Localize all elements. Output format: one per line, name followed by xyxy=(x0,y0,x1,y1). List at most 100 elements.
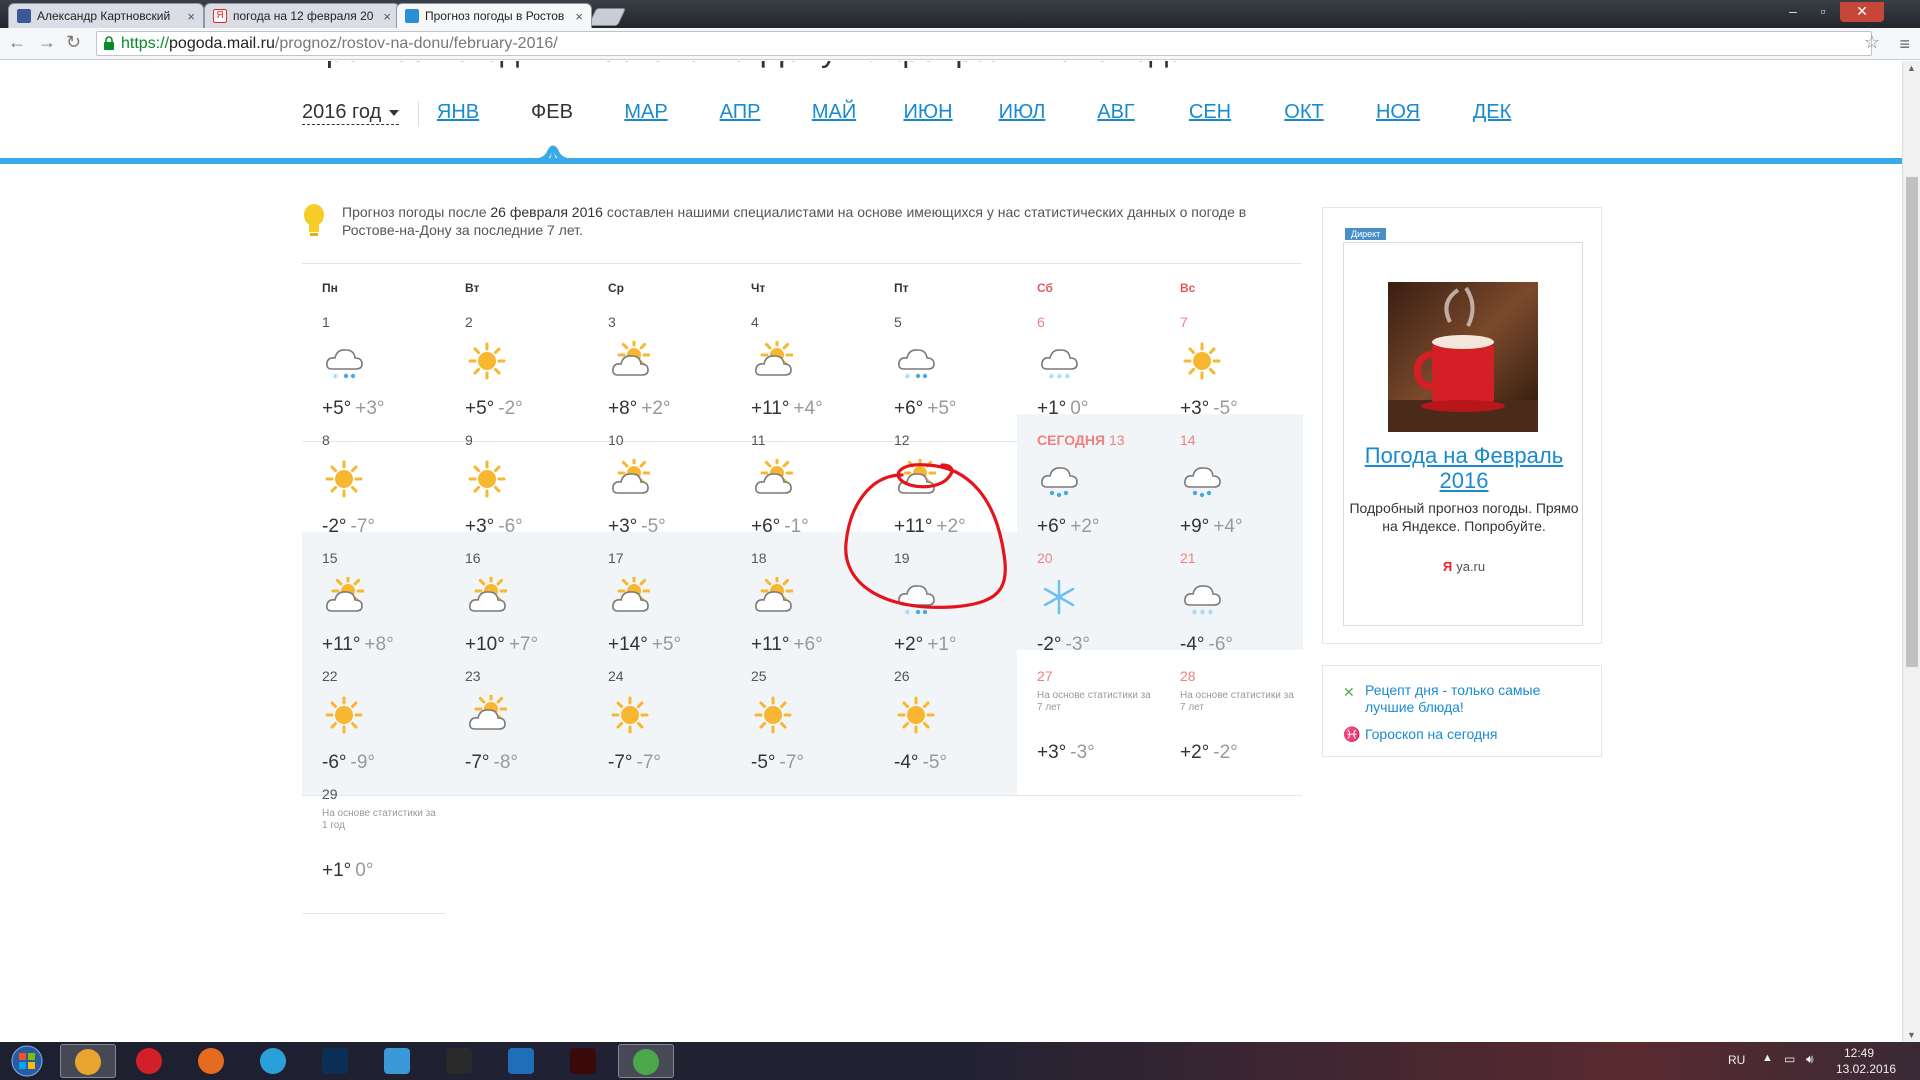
day-cell[interactable]: 25 -5° -7° xyxy=(731,650,874,795)
row-divider xyxy=(302,795,1302,796)
menu-icon[interactable]: ≡ xyxy=(1899,34,1910,55)
recipe-link[interactable]: Рецепт дня - только самые лучшие блюда! xyxy=(1365,682,1585,716)
taskbar-app-button[interactable] xyxy=(246,1044,302,1078)
sun-icon xyxy=(468,342,506,380)
lock-icon xyxy=(104,36,114,50)
horoscope-link[interactable]: Гороскоп на сегодня xyxy=(1365,726,1585,743)
url-host: pogoda.mail.ru xyxy=(169,35,275,52)
scroll-up-icon[interactable]: ▲ xyxy=(1907,63,1916,73)
ad-image xyxy=(1388,282,1538,432)
forward-icon[interactable]: → xyxy=(38,32,56,53)
ad-text: Подробный прогноз погоды. Прямо на Яндек… xyxy=(1349,500,1579,534)
taskbar-app-button[interactable] xyxy=(494,1044,550,1078)
bookmark-star-icon[interactable]: ☆ xyxy=(1864,32,1880,53)
partly-cloudy-icon xyxy=(612,341,650,376)
month-tab-11[interactable]: НОЯ xyxy=(1376,101,1420,124)
scrollbar-thumb[interactable] xyxy=(1906,177,1918,667)
day-number: 25 xyxy=(751,668,767,684)
maximize-button[interactable]: ▫ xyxy=(1810,2,1836,22)
forecast-note: Прогноз погоды после 26 февраля 2016 сос… xyxy=(302,203,1302,239)
partly-cloudy-icon xyxy=(755,341,793,376)
tray-arrow-icon[interactable]: ▲ xyxy=(1762,1052,1773,1064)
chrome-icon xyxy=(75,1049,101,1075)
ad-block[interactable]: Директ Погода на Февраль 2016 Подробный … xyxy=(1322,207,1602,644)
close-tab-icon[interactable]: × xyxy=(383,9,391,24)
day-number: 26 xyxy=(894,668,910,684)
new-tab-button[interactable] xyxy=(587,8,627,26)
temperature: -4° -5° xyxy=(894,752,947,774)
clock-time[interactable]: 12:49 xyxy=(1844,1046,1874,1060)
taskbar-app-button[interactable] xyxy=(122,1044,178,1078)
snowflake-icon xyxy=(1043,579,1075,615)
taskbar-app-button[interactable] xyxy=(184,1044,240,1078)
start-button[interactable] xyxy=(6,1044,48,1078)
clock-date[interactable]: 13.02.2016 xyxy=(1836,1062,1896,1076)
month-tab-3[interactable]: МАР xyxy=(624,101,667,124)
ad-card[interactable]: Погода на Февраль 2016 Подробный прогноз… xyxy=(1343,242,1583,626)
tab-title: Прогноз погоды в Ростов xyxy=(425,9,565,23)
temp-high: +1° xyxy=(322,860,352,881)
tab-title: Александр Картновский xyxy=(37,9,171,23)
year-selector[interactable]: 2016 год xyxy=(302,101,400,125)
photoshop-icon xyxy=(322,1048,348,1074)
browser-tab-1[interactable]: Александр Картновский × xyxy=(8,3,204,28)
today-label: СЕГОДНЯ 13 xyxy=(1037,432,1125,448)
day-number: 7 xyxy=(1180,314,1188,330)
note-date: 26 февраля 2016 xyxy=(490,204,603,220)
rain-snow-icon: ✳ xyxy=(326,349,363,381)
network-icon[interactable]: ▭ xyxy=(1784,1052,1795,1066)
page-scrollbar[interactable]: ▲ ▼ xyxy=(1902,61,1920,1042)
statistics-note: На основе статистики за 1 год xyxy=(322,808,436,831)
close-tab-icon[interactable]: × xyxy=(187,9,195,24)
back-icon[interactable]: ← xyxy=(8,32,26,53)
taskbar-app-button[interactable] xyxy=(556,1044,612,1078)
temp-high: -5° xyxy=(751,752,776,773)
browser-tab-3[interactable]: Прогноз погоды в Ростов × xyxy=(396,3,592,28)
month-tab-8[interactable]: АВГ xyxy=(1097,101,1135,124)
video-icon xyxy=(17,9,31,23)
day-cell[interactable]: 28 На основе статистики за 7 лет +2° -2° xyxy=(1160,650,1303,795)
weekday-header: Сб xyxy=(1037,281,1053,295)
address-bar[interactable]: https://pogoda.mail.ru/prognoz/rostov-na… xyxy=(96,31,1872,56)
day-number: 27 xyxy=(1037,668,1053,684)
month-tab-10[interactable]: ОКТ xyxy=(1284,101,1323,124)
month-tab-12[interactable]: ДЕК xyxy=(1473,101,1512,124)
month-tab-9[interactable]: СЕН xyxy=(1189,101,1231,124)
month-tab-5[interactable]: МАЙ xyxy=(812,101,856,124)
close-tab-icon[interactable]: × xyxy=(575,9,583,24)
temperature: +1° 0° xyxy=(322,860,373,882)
yandex-icon: Я xyxy=(1442,559,1453,574)
snow-icon: ✳ ✳ ✳ xyxy=(1041,349,1078,381)
reload-icon[interactable]: ↻ xyxy=(66,32,81,53)
day-cell[interactable]: 27 На основе статистики за 7 лет +3° -3° xyxy=(1017,650,1160,795)
month-tab-4[interactable]: АПР xyxy=(720,101,761,124)
day-number: 13 xyxy=(1108,432,1125,448)
taskbar-app-button[interactable] xyxy=(60,1044,116,1078)
month-tab-1[interactable]: ЯНВ xyxy=(437,101,479,124)
language-indicator[interactable]: RU xyxy=(1728,1053,1745,1067)
close-window-button[interactable]: ✕ xyxy=(1840,2,1884,22)
day-cell[interactable]: 24 -7° -7° xyxy=(588,650,731,795)
temp-high: +2° xyxy=(1180,742,1210,763)
ad-url[interactable]: Яya.ru xyxy=(1344,559,1584,574)
day-cell[interactable]: 29 На основе статистики за 1 год +1° 0° xyxy=(302,768,445,913)
taskbar-app-button[interactable] xyxy=(370,1044,426,1078)
scroll-down-icon[interactable]: ▼ xyxy=(1907,1030,1916,1040)
temperature: -7° -7° xyxy=(608,752,661,774)
month-tab-2[interactable]: ФЕВ xyxy=(531,101,573,124)
day-cell[interactable]: 23 -7° -8° xyxy=(445,650,588,795)
month-tab-6[interactable]: ИЮН xyxy=(903,101,952,124)
window-titlebar: Александр Картновский × Я погода на 12 ф… xyxy=(0,0,1920,28)
taskbar-app-button[interactable] xyxy=(308,1044,364,1078)
statistics-note: На основе статистики за 7 лет xyxy=(1180,690,1294,713)
ad-title-link[interactable]: Погода на Февраль 2016 xyxy=(1344,443,1584,493)
minimize-button[interactable]: – xyxy=(1780,2,1806,22)
month-tab-7[interactable]: ИЮЛ xyxy=(999,101,1046,124)
browser-tab-2[interactable]: Я погода на 12 февраля 20 × xyxy=(204,3,400,28)
taskbar-app-button[interactable] xyxy=(432,1044,488,1078)
day-cell[interactable]: 26 -4° -5° xyxy=(874,650,1017,795)
taskbar-app-button[interactable] xyxy=(618,1044,674,1078)
volume-icon[interactable]: 🔊︎ xyxy=(1806,1052,1814,1067)
temperature: +3° -3° xyxy=(1037,742,1095,764)
month-navigation: 2016 год ЯНВ ФЕВ МАР АПР МАЙ ИЮН ИЮЛ АВГ СЕН ОКТ Н… xyxy=(0,61,1902,164)
